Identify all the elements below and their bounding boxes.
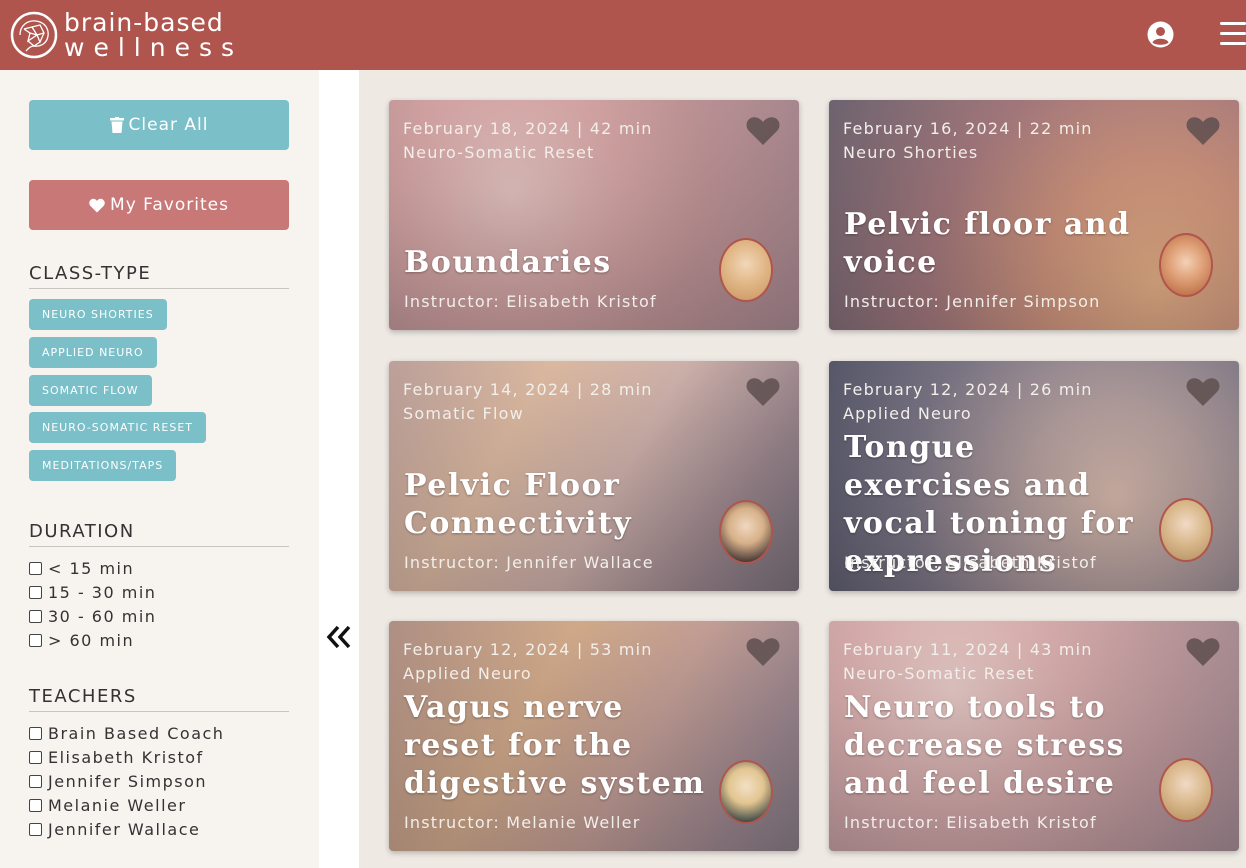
user-account-icon[interactable] <box>1147 21 1174 48</box>
card-instructor: Instructor: Elisabeth Kristof <box>844 813 1097 832</box>
card-category: Applied Neuro <box>403 664 532 683</box>
card-category: Applied Neuro <box>843 404 972 423</box>
brand-name: brain-based wellness <box>64 10 243 60</box>
instructor-avatar <box>719 760 773 824</box>
card-date-duration: February 18, 2024 | 42 min <box>403 119 653 138</box>
checkbox[interactable] <box>29 775 42 788</box>
teacher-option[interactable]: Brain Based Coach <box>29 724 224 743</box>
card-title: Boundaries <box>404 245 612 280</box>
my-favorites-label: My Favorites <box>110 195 229 215</box>
card-date-duration: February 11, 2024 | 43 min <box>843 640 1093 659</box>
duration-option[interactable]: 30 - 60 min <box>29 607 156 626</box>
teacher-option[interactable]: Melanie Weller <box>29 796 186 815</box>
checkbox[interactable] <box>29 799 42 812</box>
teacher-option[interactable]: Elisabeth Kristof <box>29 748 204 767</box>
teacher-label: Jennifer Wallace <box>48 820 201 839</box>
clear-all-label: Clear All <box>128 115 209 135</box>
instructor-avatar <box>719 238 773 302</box>
favorite-heart-icon[interactable] <box>1186 376 1220 408</box>
card-title: Pelvic floor and voice <box>844 207 1131 280</box>
duration-option[interactable]: < 15 min <box>29 559 134 578</box>
card-meta: February 11, 2024 | 43 min Neuro-Somatic … <box>843 638 1093 686</box>
teacher-label: Brain Based Coach <box>48 724 225 743</box>
brand-line1: brain-based <box>64 8 224 37</box>
my-favorites-button[interactable]: My Favorites <box>29 180 289 230</box>
class-card[interactable]: February 12, 2024 | 53 min Applied Neuro … <box>389 621 799 851</box>
instructor-avatar <box>1159 758 1213 822</box>
duration-label: < 15 min <box>48 559 135 578</box>
favorite-heart-icon[interactable] <box>746 636 780 668</box>
card-instructor: Instructor: Elisabeth Kristof <box>844 553 1097 572</box>
teacher-label: Jennifer Simpson <box>48 772 208 791</box>
sidebar-divider <box>319 70 359 868</box>
teacher-label: Elisabeth Kristof <box>48 748 204 767</box>
duration-option[interactable]: 15 - 30 min <box>29 583 156 602</box>
chip-applied-neuro[interactable]: APPLIED NEURO <box>29 337 157 368</box>
duration-option[interactable]: > 60 min <box>29 631 134 650</box>
favorite-heart-icon[interactable] <box>1186 636 1220 668</box>
card-date-duration: February 16, 2024 | 22 min <box>843 119 1093 138</box>
class-type-heading: CLASS-TYPE <box>29 263 289 289</box>
favorite-heart-icon[interactable] <box>746 376 780 408</box>
checkbox[interactable] <box>29 751 42 764</box>
favorite-heart-icon[interactable] <box>746 115 780 147</box>
filter-sidebar: Clear All My Favorites CLASS-TYPE NEURO … <box>0 70 319 868</box>
chip-neuro-shorties[interactable]: NEURO SHORTIES <box>29 299 167 330</box>
card-category: Somatic Flow <box>403 404 524 423</box>
collapse-sidebar-icon[interactable] <box>324 622 354 652</box>
teacher-option[interactable]: Jennifer Wallace <box>29 820 200 839</box>
card-instructor: Instructor: Elisabeth Kristof <box>404 292 657 311</box>
instructor-avatar <box>1159 233 1213 297</box>
duration-heading: DURATION <box>29 521 289 547</box>
card-title: Vagus nerve reset for the digestive syst… <box>404 690 706 801</box>
class-card[interactable]: February 16, 2024 | 22 min Neuro Shorties… <box>829 100 1239 330</box>
card-meta: February 14, 2024 | 28 min Somatic Flow <box>403 378 653 426</box>
card-instructor: Instructor: Jennifer Wallace <box>404 553 654 572</box>
teacher-option[interactable]: Jennifer Simpson <box>29 772 207 791</box>
class-card[interactable]: February 11, 2024 | 43 min Neuro-Somatic … <box>829 621 1239 851</box>
brain-logo-icon <box>10 11 58 59</box>
card-date-duration: February 12, 2024 | 53 min <box>403 640 653 659</box>
card-meta: February 18, 2024 | 42 min Neuro-Somatic … <box>403 117 653 165</box>
card-title: Pelvic Floor Connectivity <box>404 468 633 541</box>
checkbox[interactable] <box>29 634 42 647</box>
card-instructor: Instructor: Melanie Weller <box>404 813 641 832</box>
top-header: brain-based wellness <box>0 0 1246 70</box>
card-meta: February 12, 2024 | 26 min Applied Neuro <box>843 378 1093 426</box>
class-card[interactable]: February 18, 2024 | 42 min Neuro-Somatic … <box>389 100 799 330</box>
checkbox[interactable] <box>29 610 42 623</box>
hamburger-menu-icon[interactable] <box>1220 22 1246 46</box>
favorite-heart-icon[interactable] <box>1186 115 1220 147</box>
class-card[interactable]: February 12, 2024 | 26 min Applied Neuro … <box>829 361 1239 591</box>
brand-logo[interactable]: brain-based wellness <box>10 10 243 60</box>
checkbox[interactable] <box>29 727 42 740</box>
trash-icon <box>109 117 124 133</box>
card-date-duration: February 14, 2024 | 28 min <box>403 380 653 399</box>
duration-label: 15 - 30 min <box>48 583 157 602</box>
card-category: Neuro-Somatic Reset <box>843 664 1035 683</box>
chip-neuro-somatic-reset[interactable]: NEURO-SOMATIC RESET <box>29 412 206 443</box>
card-category: Neuro Shorties <box>843 143 979 162</box>
duration-label: 30 - 60 min <box>48 607 157 626</box>
teacher-label: Melanie Weller <box>48 796 187 815</box>
checkbox[interactable] <box>29 823 42 836</box>
instructor-avatar <box>1159 498 1213 562</box>
class-card[interactable]: February 14, 2024 | 28 min Somatic Flow P… <box>389 361 799 591</box>
clear-all-button[interactable]: Clear All <box>29 100 289 150</box>
card-instructor: Instructor: Jennifer Simpson <box>844 292 1101 311</box>
chip-meditations-taps[interactable]: MEDITATIONS/TAPS <box>29 450 177 481</box>
heart-icon <box>89 198 105 213</box>
teachers-heading: TEACHERS <box>29 686 289 712</box>
chip-somatic-flow[interactable]: SOMATIC FLOW <box>29 375 152 406</box>
duration-label: > 60 min <box>48 631 135 650</box>
card-date-duration: February 12, 2024 | 26 min <box>843 380 1093 399</box>
instructor-avatar <box>719 500 773 564</box>
checkbox[interactable] <box>29 586 42 599</box>
card-meta: February 16, 2024 | 22 min Neuro Shorties <box>843 117 1093 165</box>
brand-line2: wellness <box>64 33 243 62</box>
checkbox[interactable] <box>29 562 42 575</box>
card-title: Neuro tools to decrease stress and feel … <box>844 690 1126 801</box>
card-category: Neuro-Somatic Reset <box>403 143 595 162</box>
card-meta: February 12, 2024 | 53 min Applied Neuro <box>403 638 653 686</box>
